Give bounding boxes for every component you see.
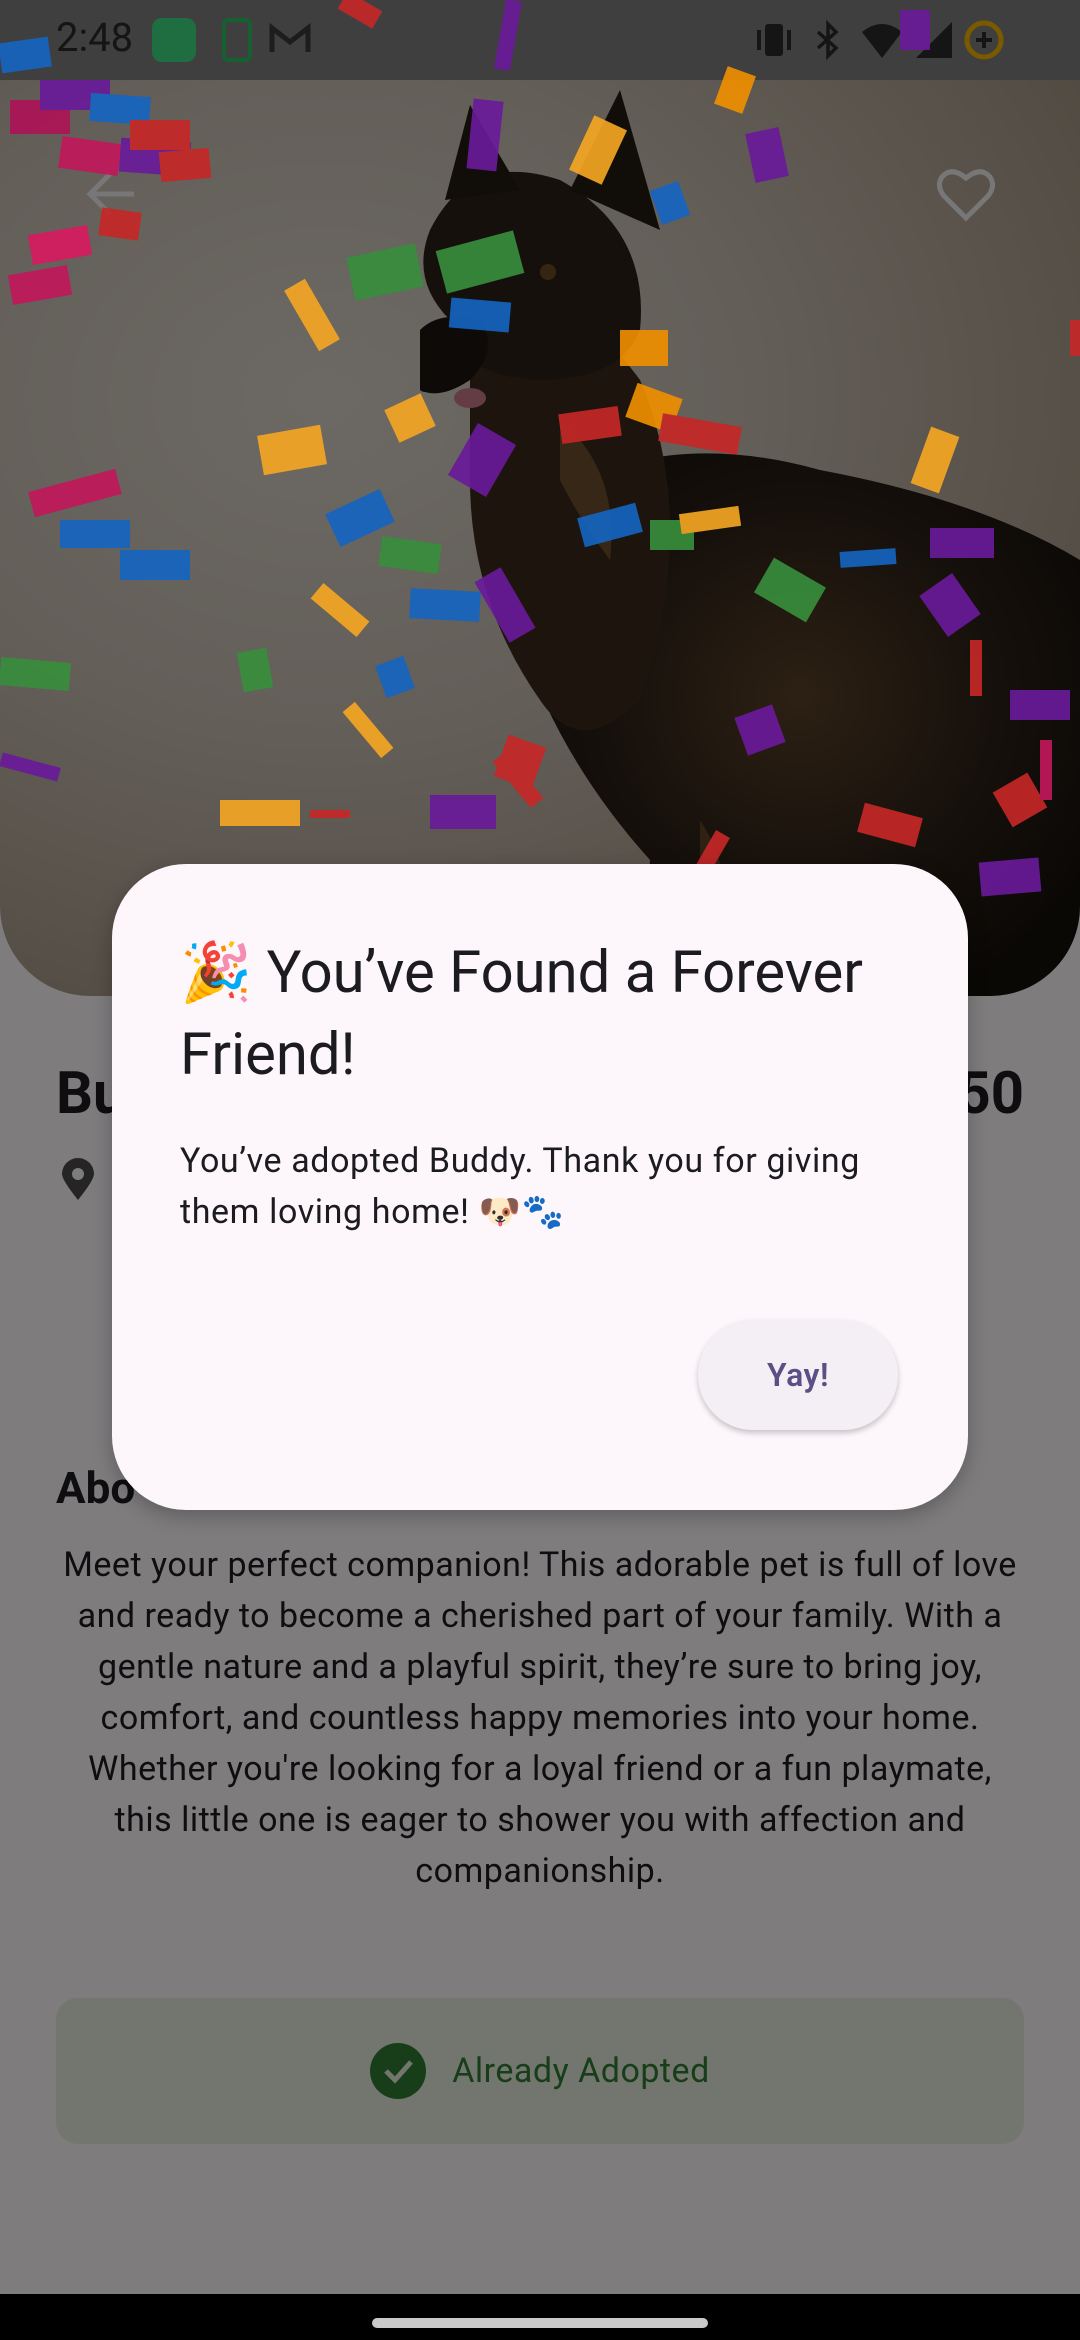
yay-button[interactable]: Yay! (698, 1320, 898, 1430)
dialog-message: You’ve adopted Buddy. Thank you for givi… (180, 1141, 860, 1232)
home-gesture-handle[interactable] (372, 2318, 708, 2328)
system-navigation-bar (0, 2294, 1080, 2340)
confetti-overlay (0, 0, 1080, 897)
adoption-success-dialog: 🎉 You’ve Found a Forever Friend! You’ve … (112, 864, 968, 1510)
dialog-title: 🎉 You’ve Found a Forever Friend! (180, 939, 863, 1089)
